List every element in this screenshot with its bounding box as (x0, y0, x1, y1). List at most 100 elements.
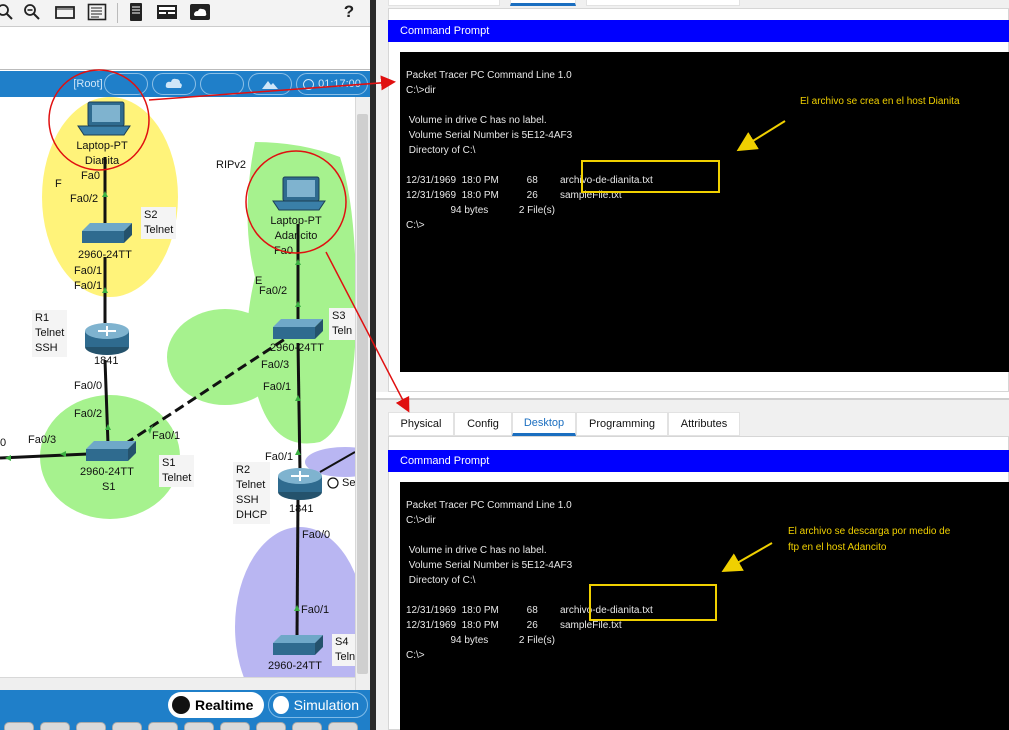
tab-desktop[interactable] (510, 0, 576, 6)
s1-model-label: 2960-24TT (80, 466, 134, 478)
terminal-line: Directory of C:\ (406, 145, 476, 156)
highlight-box (589, 584, 717, 621)
port-label: Fa0/1 (263, 381, 292, 393)
topology-canvas[interactable]: Laptop-PT Dianita Fa0 F Fa0/2 S2 Telnet 2… (0, 97, 355, 677)
s2-model-label: 2960-24TT (78, 249, 132, 261)
device-tray-item[interactable] (76, 722, 106, 730)
r1-ssh: SSH (35, 342, 58, 354)
s2-name: S2 (144, 209, 158, 221)
horizontal-scrollbar[interactable] (0, 677, 355, 690)
simulation-label: Simulation (293, 697, 359, 713)
switch-s2-icon (82, 223, 132, 243)
device-tray-item[interactable] (40, 722, 70, 730)
nav-back-button[interactable] (104, 73, 148, 95)
s2-protocol: Telnet (144, 224, 174, 236)
clock-icon (172, 696, 190, 714)
highlight-box (581, 160, 720, 193)
laptop-dianita-name: Dianita (84, 155, 120, 167)
switch-s4-icon (273, 635, 323, 655)
port-label: Fa0/3 (28, 434, 57, 446)
device-tray-item[interactable] (220, 722, 250, 730)
tab-programming[interactable] (586, 0, 740, 6)
serial-label: Se (342, 477, 355, 489)
zero-label: 0 (0, 437, 7, 449)
device-tray-item[interactable] (4, 722, 34, 730)
r2-ssh: SSH (236, 494, 259, 506)
port-label: Fa0/3 (261, 359, 290, 371)
terminal-line: 12/31/1969 18:0 PM 26 sampleFile.txt (406, 620, 622, 631)
realtime-button[interactable]: Realtime (168, 692, 264, 718)
notes-icon[interactable] (86, 2, 108, 22)
r2-dhcp: DHCP (236, 509, 268, 521)
port-label: Fa0/2 (70, 193, 99, 205)
device-tray-item[interactable] (112, 722, 142, 730)
switch-s1-icon (86, 441, 136, 461)
terminal-output[interactable]: Packet Tracer PC Command Line 1.0 C:\>dir… (400, 52, 1009, 372)
s4-model-label: 2960-24TT (268, 660, 322, 672)
s4-protocol: Teln (335, 651, 355, 663)
cloud-nav-button[interactable] (152, 73, 196, 95)
palette-icon[interactable] (156, 2, 178, 22)
adancito-pc-window: Physical Config Desktop Programming Attr… (376, 398, 1009, 730)
tab-desktop[interactable]: Desktop (512, 412, 576, 436)
port-label: Fa0/1 (301, 604, 330, 616)
terminal-line: C:\>dir (406, 515, 436, 526)
rip-label: RIPv2 (216, 159, 246, 171)
tab-config[interactable]: Config (454, 412, 512, 436)
terminal-line: Packet Tracer PC Command Line 1.0 (406, 500, 572, 511)
r2-name: R2 (236, 464, 251, 476)
port-label: Fa0/2 (74, 408, 103, 420)
command-prompt-titlebar: Command Prompt (388, 20, 1009, 42)
annotation-note: El archivo se descarga por medio de ftp e… (788, 524, 950, 556)
terminal-line: C:\> (406, 220, 425, 231)
s4-name: S4 (335, 636, 349, 648)
realtime-label: Realtime (195, 697, 254, 713)
router-r1-icon (85, 323, 129, 355)
cluster-nav-button[interactable] (200, 73, 244, 95)
tab-physical[interactable] (388, 0, 500, 6)
dianita-pc-window: Command Prompt Packet Tracer PC Command … (376, 0, 1009, 392)
s1-protocol: Telnet (162, 472, 192, 484)
simulation-button[interactable]: Simulation (268, 692, 368, 718)
r2-model-label: 1841 (289, 503, 314, 515)
vertical-scrollbar-thumb[interactable] (357, 114, 368, 674)
terminal-line: Volume Serial Number is 5E12-4AF3 (406, 130, 573, 141)
root-label[interactable]: [Root] (70, 73, 106, 95)
terminal-line: Packet Tracer PC Command Line 1.0 (406, 70, 572, 81)
cloud-icon[interactable] (189, 2, 211, 22)
port-label: Fa0/1 (74, 265, 103, 277)
zoom-out-icon[interactable] (21, 2, 43, 22)
terminal-line: Directory of C:\ (406, 575, 476, 586)
device-tray-item[interactable] (256, 722, 286, 730)
zoom-in-icon[interactable] (0, 2, 16, 22)
tab-physical[interactable]: Physical (388, 412, 454, 436)
s2-label: S2 Telnet (141, 207, 177, 239)
device-tray-item[interactable] (148, 722, 178, 730)
s3-protocol: Teln (332, 325, 353, 337)
switch-s3-icon (273, 319, 323, 339)
terminal-line: Volume in drive C has no label. (406, 545, 547, 556)
device-tray-item[interactable] (292, 722, 322, 730)
tab-attributes[interactable]: Attributes (668, 412, 740, 436)
laptop-adancito-model: Laptop-PT (270, 215, 322, 227)
terminal-output[interactable]: Packet Tracer PC Command Line 1.0 C:\>dir… (400, 482, 1009, 730)
device-tray-item[interactable] (328, 722, 358, 730)
tab-programming[interactable]: Programming (576, 412, 668, 436)
s3-label: S3 Teln (329, 308, 355, 340)
s1-name-label: S1 (102, 481, 116, 493)
r2-label: R2 Telnet SSH DHCP (233, 462, 271, 524)
clock-time: 01:17:00 (318, 78, 361, 90)
port-label: Fa0/2 (259, 285, 288, 297)
rectangle-icon[interactable] (54, 2, 76, 22)
main-toolbar: ? (0, 0, 370, 26)
tab-strip: Physical Config Desktop Programming Attr… (388, 412, 1009, 436)
device-tray-item[interactable] (184, 722, 214, 730)
mountain-nav-button[interactable] (248, 73, 292, 95)
terminal-line: C:\>dir (406, 85, 436, 96)
port-label: Fa0 (81, 170, 100, 182)
device-icon[interactable] (125, 2, 147, 22)
note-line-2: ftp en el host Adancito (788, 542, 887, 553)
terminal-line: 94 bytes 2 File(s) (406, 205, 555, 216)
help-icon[interactable]: ? (338, 2, 360, 22)
laptop-dianita-model: Laptop-PT (76, 140, 128, 152)
